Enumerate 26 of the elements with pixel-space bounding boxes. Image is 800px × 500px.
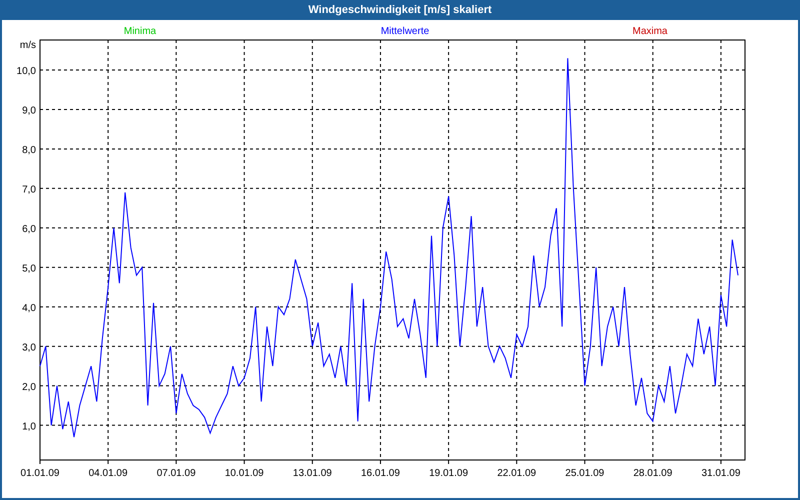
x-tick-label: 25.01.09 (565, 468, 604, 479)
y-tick-label: 4,0 (22, 302, 36, 314)
y-tick-label: 8,0 (22, 144, 36, 156)
y-tick-label: 10,0 (16, 66, 36, 77)
x-tick-label: 13.01.09 (292, 468, 332, 479)
legend-label: Mittelwerte (380, 26, 430, 37)
y-tick-label: 6,0 (22, 224, 36, 235)
window-title: Windgeschwindigkeit [m/s] skaliert (307, 2, 493, 18)
x-tick-label: 07.01.09 (156, 468, 196, 479)
x-tick-label: 19.01.09 (429, 468, 468, 479)
y-tick-label: 7,0 (22, 184, 36, 196)
x-tick-label: 01.01.09 (20, 468, 60, 479)
y-tick-label: 1,0 (22, 421, 36, 432)
y-tick-label: 2,0 (22, 382, 36, 393)
y-tick-label: 5,0 (22, 263, 36, 274)
y-tick-label: 3,0 (22, 342, 36, 354)
x-tick-label: 28.01.09 (633, 468, 672, 479)
y-tick-label: 9,0 (22, 105, 36, 116)
legend-label: Minima (124, 26, 156, 37)
x-tick-label: 04.01.09 (88, 468, 128, 479)
legend-label: Maxima (632, 26, 668, 37)
y-axis-label: m/s (20, 40, 36, 51)
x-tick-label: 31.01.09 (701, 468, 740, 479)
x-tick-label: 16.01.09 (361, 468, 400, 479)
x-tick-label: 22.01.09 (497, 468, 536, 479)
x-tick-label: 10.01.09 (224, 468, 264, 479)
